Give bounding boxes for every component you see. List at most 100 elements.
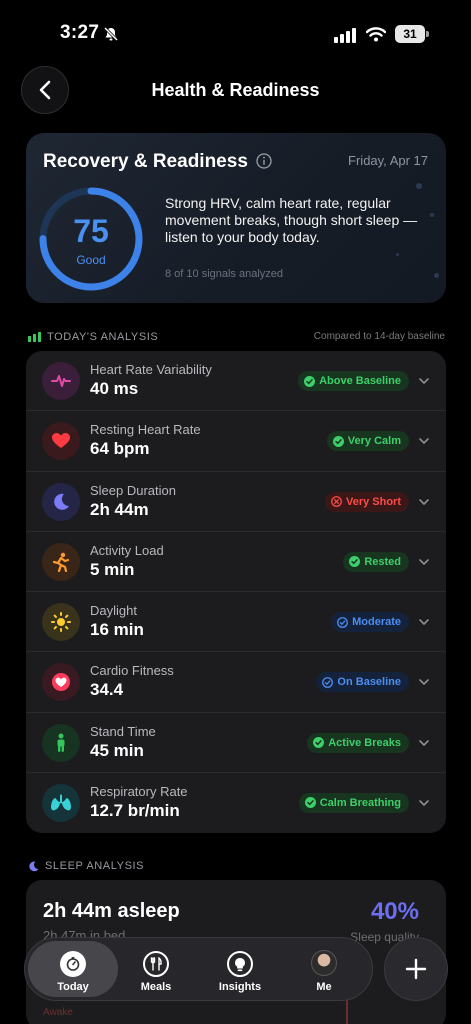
sleep-analysis-heading: SLEEP ANALYSIS: [28, 860, 144, 872]
heartbeat-wave-icon: [42, 362, 80, 400]
bar-chart-icon: [28, 332, 41, 342]
lungs-icon: [42, 783, 80, 822]
avatar: [311, 950, 337, 976]
recovery-title: Recovery & Readiness: [43, 151, 248, 172]
tab-insights[interactable]: Insights: [195, 941, 285, 997]
check-circle-icon: [313, 737, 325, 748]
readiness-score: 75: [73, 213, 109, 249]
chevron-down-icon[interactable]: [418, 556, 430, 568]
metric-value: 12.7 br/min: [90, 800, 180, 820]
wifi-icon: [366, 27, 386, 42]
recovery-summary: Strong HRV, calm heart rate, regular mov…: [165, 195, 418, 245]
status-badge: Very Calm: [326, 431, 409, 452]
heart-circle-icon: [42, 663, 80, 702]
metric-value: 2h 44m: [90, 499, 149, 519]
metric-value: 64 bpm: [90, 439, 150, 459]
metric-value: 34.4: [90, 680, 124, 700]
metric-label: Stand Time: [90, 723, 156, 739]
metric-row-hrv[interactable]: Heart Rate Variability 40 ms Above Basel…: [26, 351, 446, 412]
check-circle-outline-icon: [322, 676, 334, 688]
metric-label: Sleep Duration: [90, 482, 176, 498]
chevron-down-icon[interactable]: [418, 375, 430, 387]
cellular-signal-icon: [334, 28, 356, 43]
badge-label: On Baseline: [337, 676, 401, 689]
tab-today[interactable]: Today: [28, 941, 118, 997]
badge-label: Above Baseline: [319, 375, 401, 387]
runner-icon: [42, 542, 80, 581]
tab-label: Today: [57, 981, 89, 993]
chevron-down-icon[interactable]: [418, 737, 430, 749]
status-bar: 3:27 31: [0, 0, 471, 60]
decorative-dot: [430, 213, 434, 217]
check-circle-icon: [304, 797, 316, 809]
status-time: 3:27: [60, 22, 100, 43]
metric-value: 16 min: [90, 620, 144, 639]
chevron-down-icon[interactable]: [418, 435, 430, 447]
timer-icon: [60, 951, 86, 977]
decorative-dot: [416, 183, 422, 189]
chevron-down-icon[interactable]: [418, 676, 430, 688]
metric-row-stand-time[interactable]: Stand Time 45 min Active Breaks: [26, 713, 446, 773]
sleep-awake-label: Awake: [43, 1007, 73, 1018]
plus-icon: [405, 958, 427, 980]
sleep-asleep: 2h 44m asleep: [43, 900, 180, 922]
readiness-score-label: Good: [76, 253, 106, 267]
status-badge: Very Short: [324, 491, 409, 512]
todays-analysis-heading: TODAY'S ANALYSIS: [28, 331, 158, 343]
info-icon[interactable]: [256, 153, 272, 169]
check-circle-icon: [349, 556, 361, 568]
tab-me[interactable]: Me: [279, 941, 369, 997]
battery-indicator: 31: [395, 25, 429, 43]
metric-value: 45 min: [90, 740, 144, 760]
heart-icon: [42, 422, 80, 461]
badge-label: Very Calm: [347, 435, 401, 448]
sleep-quality-percent: 40%: [370, 898, 419, 925]
tab-label: Insights: [218, 981, 262, 993]
status-badge: Moderate: [331, 612, 409, 632]
badge-label: Active Breaks: [328, 736, 401, 749]
status-badge: Rested: [343, 551, 409, 572]
moon-icon: [29, 860, 39, 871]
metric-value: 5 min: [90, 559, 135, 579]
baseline-note: Compared to 14-day baseline: [313, 331, 445, 342]
badge-label: Very Short: [345, 495, 401, 508]
add-button[interactable]: [384, 937, 448, 1001]
check-circle-icon: [332, 435, 344, 447]
section-title: SLEEP ANALYSIS: [45, 860, 145, 872]
chevron-down-icon[interactable]: [418, 616, 430, 628]
metric-row-respiratory-rate[interactable]: Respiratory Rate 12.7 br/min Calm Breath…: [26, 773, 446, 833]
badge-label: Rested: [364, 555, 401, 568]
sun-icon: [42, 603, 80, 641]
status-badge: Active Breaks: [307, 732, 409, 753]
metric-label: Heart Rate Variability: [90, 362, 212, 377]
chevron-down-icon[interactable]: [418, 797, 430, 809]
metric-label: Respiratory Rate: [90, 783, 188, 799]
recovery-card[interactable]: Recovery & Readiness Friday, Apr 17 75 G…: [26, 133, 446, 303]
metric-row-activity-load[interactable]: Activity Load 5 min Rested: [26, 532, 446, 592]
tab-meals[interactable]: Meals: [111, 941, 201, 997]
badge-label: Calm Breathing: [319, 796, 401, 809]
badge-label: Moderate: [352, 616, 401, 628]
check-circle-icon: [304, 375, 316, 387]
fork-knife-icon: [143, 951, 169, 977]
tab-label: Meals: [140, 981, 172, 993]
standing-person-icon: [42, 723, 80, 762]
metrics-list: Heart Rate Variability 40 ms Above Basel…: [26, 351, 446, 833]
decorative-dot: [396, 253, 399, 256]
tab-bar: Today Meals Insights Me: [24, 937, 373, 1001]
status-badge: Calm Breathing: [298, 792, 409, 813]
metric-label: Resting Heart Rate: [90, 422, 201, 438]
metric-row-daylight[interactable]: Daylight 16 min Moderate: [26, 592, 446, 653]
tab-label: Me: [316, 981, 332, 993]
chevron-down-icon[interactable]: [418, 496, 430, 508]
recovery-date: Friday, Apr 17: [348, 153, 428, 168]
status-badge: On Baseline: [316, 672, 409, 693]
bell-muted-icon: [103, 26, 119, 42]
metric-row-cardio-fitness[interactable]: Cardio Fitness 34.4 On Baseline: [26, 652, 446, 713]
signals-analyzed: 8 of 10 signals analyzed: [165, 268, 284, 280]
metric-row-sleep-duration[interactable]: Sleep Duration 2h 44m Very Short: [26, 472, 446, 532]
metric-label: Cardio Fitness: [90, 663, 174, 679]
moon-icon: [42, 482, 80, 521]
metric-row-resting-heart-rate[interactable]: Resting Heart Rate 64 bpm Very Calm: [26, 411, 446, 472]
metric-value: 40 ms: [90, 379, 139, 398]
